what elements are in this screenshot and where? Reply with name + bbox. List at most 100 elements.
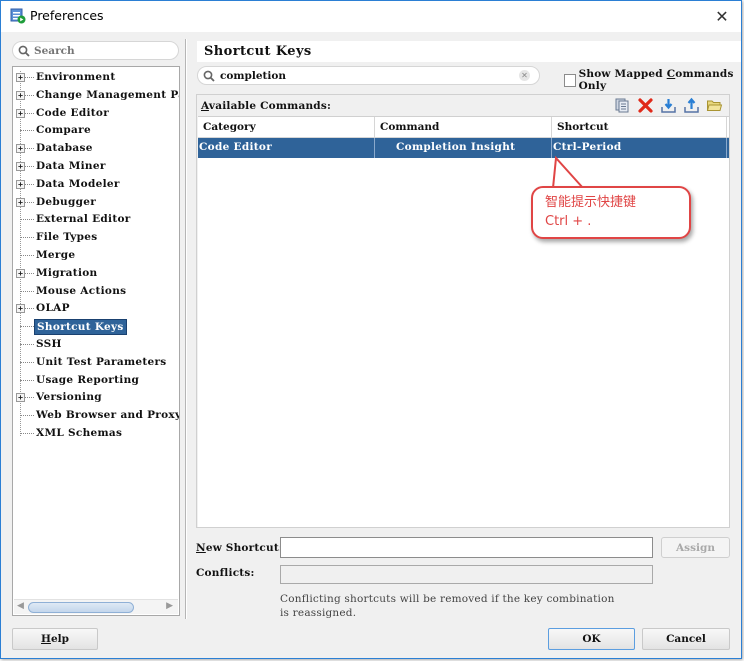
tree-connector xyxy=(25,165,34,167)
tree-item-label: Change Management Parame xyxy=(36,88,179,101)
tree-item[interactable]: + OLAP xyxy=(13,300,179,318)
tree-item-label: Versioning xyxy=(36,391,102,404)
tree-connector xyxy=(20,361,34,363)
assign-button[interactable]: Assign xyxy=(661,537,730,558)
tree-item[interactable]: Usage Reporting xyxy=(13,372,179,390)
help-button[interactable]: Help xyxy=(12,628,98,650)
available-commands-section: Available Commands: Category Command Sho… xyxy=(196,94,730,528)
checkbox[interactable] xyxy=(564,73,576,87)
expand-icon[interactable]: + xyxy=(16,161,25,171)
tree-item-label: File Types xyxy=(36,231,98,244)
export-icon[interactable] xyxy=(682,96,700,114)
tree-item[interactable]: Compare xyxy=(13,122,179,140)
tree-item[interactable]: Mouse Actions xyxy=(13,283,179,301)
column-header-shortcut[interactable]: Shortcut xyxy=(552,117,727,137)
tree-item-label: Compare xyxy=(36,124,91,137)
ok-button[interactable]: OK xyxy=(548,628,635,650)
available-commands-label: Available Commands: xyxy=(201,100,332,112)
show-mapped-commands-checkbox[interactable]: Show Mapped Commands Only xyxy=(564,68,741,92)
preferences-search-input[interactable] xyxy=(34,44,174,57)
expand-icon[interactable]: + xyxy=(16,73,25,82)
show-mapped-label: Show Mapped Commands Only xyxy=(578,68,734,92)
cancel-button[interactable]: Cancel xyxy=(642,628,730,650)
table-header: Category Command Shortcut xyxy=(198,117,729,138)
preferences-search[interactable] xyxy=(12,41,179,60)
tree-item[interactable]: + Data Miner xyxy=(13,158,179,176)
close-button[interactable]: ✕ xyxy=(709,4,735,28)
tree-item[interactable]: + Change Management Parame xyxy=(13,87,179,105)
expand-icon[interactable]: + xyxy=(16,197,25,207)
tree-item[interactable]: Unit Test Parameters xyxy=(13,354,179,372)
note-line-1: Conflicting shortcuts will be removed if… xyxy=(280,593,615,605)
scroll-left-icon[interactable]: ◀ xyxy=(17,601,24,611)
tree-item-label: Debugger xyxy=(36,195,97,208)
expand-icon[interactable]: + xyxy=(16,179,25,189)
close-icon: ✕ xyxy=(715,6,729,26)
tree-item-label: Mouse Actions xyxy=(36,284,127,297)
tree-item-label: Code Editor xyxy=(36,106,110,119)
search-icon xyxy=(203,70,215,82)
expand-icon[interactable]: + xyxy=(16,304,25,314)
clear-filter-icon[interactable]: ✕ xyxy=(519,70,530,81)
tree-horizontal-scrollbar[interactable]: ◀ ▶ xyxy=(14,599,178,614)
tree-item[interactable]: Shortcut Keys xyxy=(13,318,179,336)
cell-shortcut: Ctrl-Period xyxy=(552,138,727,158)
tree-connector xyxy=(20,415,34,417)
tree-item[interactable]: SSH xyxy=(13,336,179,354)
tree-item[interactable]: + Database xyxy=(13,140,179,158)
scroll-right-icon[interactable]: ▶ xyxy=(166,601,173,611)
tree-connector xyxy=(20,237,34,239)
tree-connector xyxy=(25,397,34,399)
tree-item[interactable]: + Code Editor xyxy=(13,105,179,123)
tree-item[interactable]: Web Browser and Proxy xyxy=(13,407,179,425)
tree-item[interactable]: XML Schemas xyxy=(13,425,179,443)
tree-item[interactable]: External Editor xyxy=(13,211,179,229)
new-shortcut-input[interactable] xyxy=(280,537,653,558)
import-icon[interactable] xyxy=(659,96,677,114)
expand-icon[interactable]: + xyxy=(16,268,25,278)
tree-item-label: Web Browser and Proxy xyxy=(36,409,179,422)
open-folder-icon[interactable] xyxy=(705,96,723,114)
tree-item-label: Unit Test Parameters xyxy=(36,355,167,368)
expand-icon[interactable]: + xyxy=(16,90,25,100)
new-shortcut-label: New Shortcut: xyxy=(196,542,283,554)
commands-table: Category Command Shortcut Code Editor Co… xyxy=(198,116,729,527)
tree-item[interactable]: + Data Modeler xyxy=(13,176,179,194)
tree-item[interactable]: + Environment xyxy=(13,69,179,87)
tree-item-label: Usage Reporting xyxy=(36,373,140,386)
tree-item-label: XML Schemas xyxy=(36,426,123,439)
callout-pointer xyxy=(552,156,584,189)
scrollbar-thumb[interactable] xyxy=(28,602,134,613)
tree-item[interactable]: + Versioning xyxy=(13,389,179,407)
command-filter[interactable]: ✕ xyxy=(197,66,540,85)
search-icon xyxy=(18,45,30,57)
tree-connector xyxy=(20,254,34,256)
copy-icon[interactable] xyxy=(613,96,631,114)
column-header-category[interactable]: Category xyxy=(198,117,375,137)
tree-connector xyxy=(25,94,34,96)
tree-connector xyxy=(20,379,34,381)
panel-title: Shortcut Keys xyxy=(197,41,741,62)
tree-item[interactable]: File Types xyxy=(13,229,179,247)
tree-item-label: Data Miner xyxy=(36,159,106,172)
tree-connector xyxy=(25,201,34,203)
command-filter-input[interactable] xyxy=(220,69,510,82)
tree-connector xyxy=(20,432,34,434)
tree-item[interactable]: + Debugger xyxy=(13,194,179,212)
expand-icon[interactable]: + xyxy=(16,144,25,154)
preferences-dialog: Preferences ✕ + Environment + Change Manage… xyxy=(0,0,742,659)
tree-connector xyxy=(25,183,34,185)
title-bar: Preferences ✕ xyxy=(1,1,741,32)
tree-item[interactable]: Merge xyxy=(13,247,179,265)
pane-splitter[interactable] xyxy=(185,39,187,619)
delete-icon[interactable] xyxy=(636,96,654,114)
tree-item[interactable]: + Migration xyxy=(13,265,179,283)
tree-item-label: Data Modeler xyxy=(36,177,120,190)
note-line-2: is reassigned. xyxy=(280,607,357,619)
tree-connector xyxy=(20,219,34,221)
column-header-command[interactable]: Command xyxy=(375,117,552,137)
expand-icon[interactable]: + xyxy=(16,393,25,403)
expand-icon[interactable]: + xyxy=(16,108,25,118)
table-row[interactable]: Code Editor Completion Insight Ctrl-Peri… xyxy=(198,138,729,158)
callout-line-2: Ctrl + . xyxy=(545,214,592,229)
